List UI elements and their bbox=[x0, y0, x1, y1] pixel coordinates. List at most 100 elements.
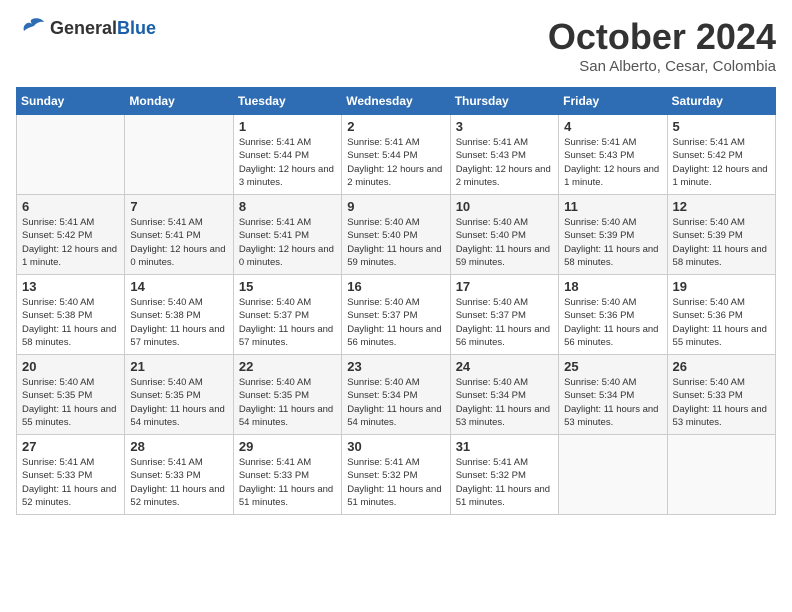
calendar-cell bbox=[125, 115, 233, 195]
weekday-header: Sunday bbox=[17, 88, 125, 115]
calendar-week-row: 27 Sunrise: 5:41 AM Sunset: 5:33 PM Dayli… bbox=[17, 435, 776, 515]
day-number: 20 bbox=[22, 359, 119, 374]
day-info: Sunrise: 5:40 AM Sunset: 5:36 PM Dayligh… bbox=[673, 296, 770, 349]
weekday-header: Friday bbox=[559, 88, 667, 115]
day-info: Sunrise: 5:40 AM Sunset: 5:34 PM Dayligh… bbox=[347, 376, 444, 429]
weekday-header: Thursday bbox=[450, 88, 558, 115]
calendar-cell: 29 Sunrise: 5:41 AM Sunset: 5:33 PM Dayli… bbox=[233, 435, 341, 515]
calendar-cell: 26Sunrise: 5:40 AM Sunset: 5:33 PM Dayli… bbox=[667, 355, 775, 435]
day-info: Sunrise: 5:40 AM Sunset: 5:35 PM Dayligh… bbox=[22, 376, 119, 429]
day-info: Sunrise: 5:40 AM Sunset: 5:38 PM Dayligh… bbox=[22, 296, 119, 349]
day-info: Sunrise: 5:40 AM Sunset: 5:37 PM Dayligh… bbox=[347, 296, 444, 349]
logo-text: GeneralBlue bbox=[50, 18, 156, 39]
day-number: 12 bbox=[673, 199, 770, 214]
day-info: Sunrise: 5:40 AM Sunset: 5:39 PM Dayligh… bbox=[564, 216, 661, 269]
day-info: Sunrise: 5:40 AM Sunset: 5:37 PM Dayligh… bbox=[239, 296, 336, 349]
calendar-cell: 21 Sunrise: 5:40 AM Sunset: 5:35 PM Dayli… bbox=[125, 355, 233, 435]
day-number: 10 bbox=[456, 199, 553, 214]
calendar-cell: 10Sunrise: 5:40 AM Sunset: 5:40 PM Dayli… bbox=[450, 195, 558, 275]
day-info: Sunrise: 5:40 AM Sunset: 5:37 PM Dayligh… bbox=[456, 296, 553, 349]
day-number: 8 bbox=[239, 199, 336, 214]
calendar-cell: 3 Sunrise: 5:41 AM Sunset: 5:43 PM Daylig… bbox=[450, 115, 558, 195]
weekday-header: Wednesday bbox=[342, 88, 450, 115]
day-info: Sunrise: 5:40 AM Sunset: 5:35 PM Dayligh… bbox=[130, 376, 227, 429]
calendar-cell: 16 Sunrise: 5:40 AM Sunset: 5:37 PM Dayli… bbox=[342, 275, 450, 355]
day-info: Sunrise: 5:41 AM Sunset: 5:44 PM Dayligh… bbox=[239, 136, 336, 189]
day-info: Sunrise: 5:41 AM Sunset: 5:33 PM Dayligh… bbox=[239, 456, 336, 509]
day-number: 2 bbox=[347, 119, 444, 134]
location-title: San Alberto, Cesar, Colombia bbox=[548, 58, 776, 75]
month-title: October 2024 bbox=[548, 16, 776, 58]
calendar-cell: 23 Sunrise: 5:40 AM Sunset: 5:34 PM Dayli… bbox=[342, 355, 450, 435]
weekday-header-row: SundayMondayTuesdayWednesdayThursdayFrid… bbox=[17, 88, 776, 115]
calendar-cell: 1Sunrise: 5:41 AM Sunset: 5:44 PM Daylig… bbox=[233, 115, 341, 195]
calendar-cell: 13Sunrise: 5:40 AM Sunset: 5:38 PM Dayli… bbox=[17, 275, 125, 355]
calendar-cell: 17 Sunrise: 5:40 AM Sunset: 5:37 PM Dayli… bbox=[450, 275, 558, 355]
calendar-cell: 6Sunrise: 5:41 AM Sunset: 5:42 PM Daylig… bbox=[17, 195, 125, 275]
day-number: 15 bbox=[239, 279, 336, 294]
day-info: Sunrise: 5:40 AM Sunset: 5:34 PM Dayligh… bbox=[564, 376, 661, 429]
day-info: Sunrise: 5:41 AM Sunset: 5:42 PM Dayligh… bbox=[22, 216, 119, 269]
day-number: 28 bbox=[130, 439, 227, 454]
day-info: Sunrise: 5:41 AM Sunset: 5:33 PM Dayligh… bbox=[130, 456, 227, 509]
calendar-cell: 8 Sunrise: 5:41 AM Sunset: 5:41 PM Daylig… bbox=[233, 195, 341, 275]
day-info: Sunrise: 5:40 AM Sunset: 5:35 PM Dayligh… bbox=[239, 376, 336, 429]
calendar-cell: 12 Sunrise: 5:40 AM Sunset: 5:39 PM Dayli… bbox=[667, 195, 775, 275]
calendar-week-row: 20 Sunrise: 5:40 AM Sunset: 5:35 PM Dayli… bbox=[17, 355, 776, 435]
calendar-cell: 7Sunrise: 5:41 AM Sunset: 5:41 PM Daylig… bbox=[125, 195, 233, 275]
calendar-cell bbox=[17, 115, 125, 195]
day-number: 16 bbox=[347, 279, 444, 294]
calendar-week-row: 6Sunrise: 5:41 AM Sunset: 5:42 PM Daylig… bbox=[17, 195, 776, 275]
day-number: 19 bbox=[673, 279, 770, 294]
day-info: Sunrise: 5:41 AM Sunset: 5:41 PM Dayligh… bbox=[239, 216, 336, 269]
calendar-cell: 30 Sunrise: 5:41 AM Sunset: 5:32 PM Dayli… bbox=[342, 435, 450, 515]
day-number: 18 bbox=[564, 279, 661, 294]
day-number: 5 bbox=[673, 119, 770, 134]
weekday-header: Tuesday bbox=[233, 88, 341, 115]
calendar-cell: 24Sunrise: 5:40 AM Sunset: 5:34 PM Dayli… bbox=[450, 355, 558, 435]
day-number: 31 bbox=[456, 439, 553, 454]
calendar-cell: 31 Sunrise: 5:41 AM Sunset: 5:32 PM Dayli… bbox=[450, 435, 558, 515]
day-number: 4 bbox=[564, 119, 661, 134]
day-info: Sunrise: 5:41 AM Sunset: 5:43 PM Dayligh… bbox=[564, 136, 661, 189]
calendar-cell: 25 Sunrise: 5:40 AM Sunset: 5:34 PM Dayli… bbox=[559, 355, 667, 435]
logo: GeneralBlue bbox=[16, 16, 156, 40]
calendar-cell: 9Sunrise: 5:40 AM Sunset: 5:40 PM Daylig… bbox=[342, 195, 450, 275]
calendar-cell: 18Sunrise: 5:40 AM Sunset: 5:36 PM Dayli… bbox=[559, 275, 667, 355]
weekday-header: Saturday bbox=[667, 88, 775, 115]
weekday-header: Monday bbox=[125, 88, 233, 115]
calendar-cell: 2 Sunrise: 5:41 AM Sunset: 5:44 PM Daylig… bbox=[342, 115, 450, 195]
calendar-cell: 14Sunrise: 5:40 AM Sunset: 5:38 PM Dayli… bbox=[125, 275, 233, 355]
day-info: Sunrise: 5:41 AM Sunset: 5:32 PM Dayligh… bbox=[347, 456, 444, 509]
day-number: 27 bbox=[22, 439, 119, 454]
calendar-cell bbox=[667, 435, 775, 515]
day-number: 21 bbox=[130, 359, 227, 374]
calendar-cell: 15 Sunrise: 5:40 AM Sunset: 5:37 PM Dayli… bbox=[233, 275, 341, 355]
day-number: 23 bbox=[347, 359, 444, 374]
day-number: 25 bbox=[564, 359, 661, 374]
calendar-cell: 20 Sunrise: 5:40 AM Sunset: 5:35 PM Dayli… bbox=[17, 355, 125, 435]
day-number: 3 bbox=[456, 119, 553, 134]
calendar-table: SundayMondayTuesdayWednesdayThursdayFrid… bbox=[16, 87, 776, 515]
day-info: Sunrise: 5:40 AM Sunset: 5:33 PM Dayligh… bbox=[673, 376, 770, 429]
calendar-cell: 28 Sunrise: 5:41 AM Sunset: 5:33 PM Dayli… bbox=[125, 435, 233, 515]
day-number: 24 bbox=[456, 359, 553, 374]
logo-bird-icon bbox=[16, 16, 46, 40]
day-info: Sunrise: 5:41 AM Sunset: 5:44 PM Dayligh… bbox=[347, 136, 444, 189]
day-info: Sunrise: 5:40 AM Sunset: 5:39 PM Dayligh… bbox=[673, 216, 770, 269]
day-info: Sunrise: 5:41 AM Sunset: 5:32 PM Dayligh… bbox=[456, 456, 553, 509]
calendar-week-row: 13Sunrise: 5:40 AM Sunset: 5:38 PM Dayli… bbox=[17, 275, 776, 355]
day-info: Sunrise: 5:41 AM Sunset: 5:42 PM Dayligh… bbox=[673, 136, 770, 189]
day-number: 30 bbox=[347, 439, 444, 454]
day-number: 29 bbox=[239, 439, 336, 454]
day-info: Sunrise: 5:40 AM Sunset: 5:40 PM Dayligh… bbox=[347, 216, 444, 269]
day-number: 17 bbox=[456, 279, 553, 294]
day-info: Sunrise: 5:41 AM Sunset: 5:33 PM Dayligh… bbox=[22, 456, 119, 509]
calendar-cell: 11Sunrise: 5:40 AM Sunset: 5:39 PM Dayli… bbox=[559, 195, 667, 275]
calendar-cell bbox=[559, 435, 667, 515]
calendar-week-row: 1Sunrise: 5:41 AM Sunset: 5:44 PM Daylig… bbox=[17, 115, 776, 195]
day-number: 22 bbox=[239, 359, 336, 374]
day-info: Sunrise: 5:41 AM Sunset: 5:43 PM Dayligh… bbox=[456, 136, 553, 189]
logo-blue: Blue bbox=[117, 18, 156, 38]
title-area: October 2024 San Alberto, Cesar, Colombi… bbox=[548, 16, 776, 75]
